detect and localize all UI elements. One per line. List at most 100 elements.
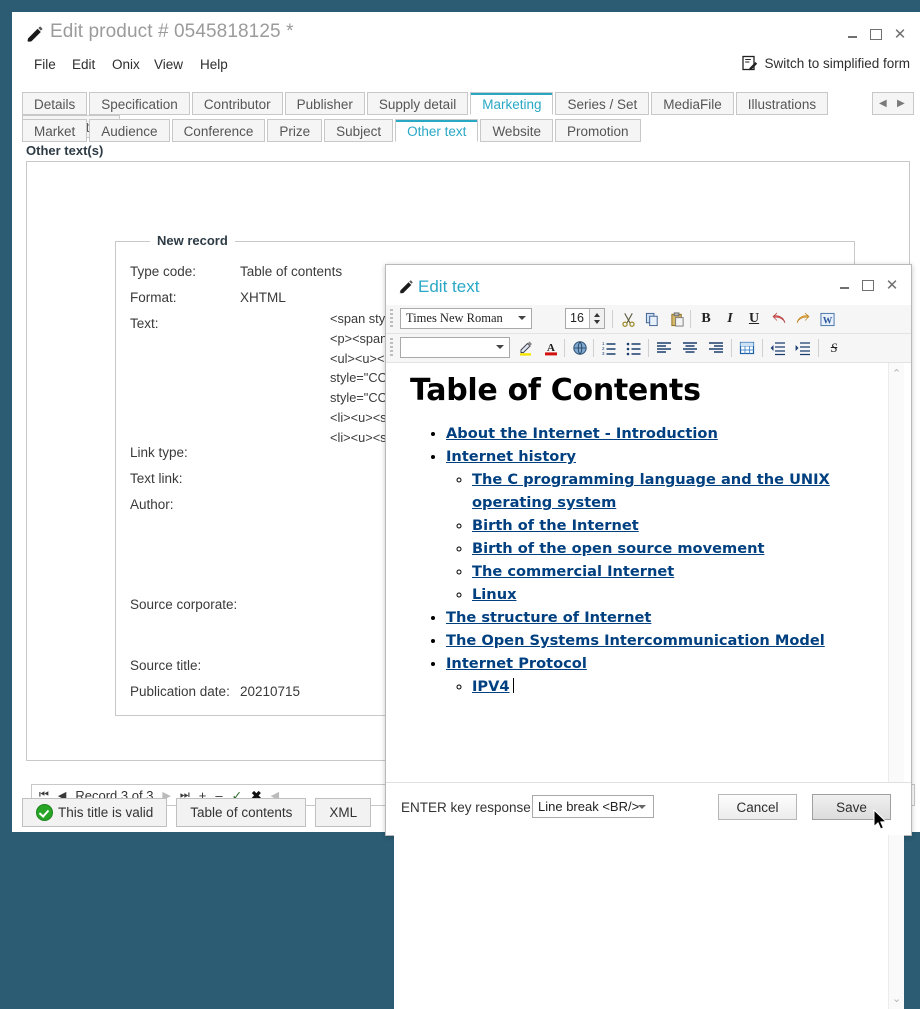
bold-icon[interactable]: B — [696, 309, 716, 329]
italic-icon[interactable]: I — [720, 309, 740, 329]
tab-market[interactable]: Market — [22, 119, 88, 142]
close-button[interactable]: ✕ — [888, 24, 912, 44]
undo-icon[interactable] — [769, 309, 789, 329]
chevron-down-icon — [518, 316, 526, 320]
insert-table-icon[interactable] — [737, 338, 757, 358]
toc-link[interactable]: The Open Systems Intercommunication Mode… — [446, 632, 825, 649]
xml-button[interactable]: XML — [315, 798, 372, 827]
font-size-stepper[interactable]: 16 — [565, 308, 605, 329]
cancel-button[interactable]: Cancel — [718, 794, 797, 820]
label-type-code: Type code: — [130, 264, 197, 279]
editor-canvas[interactable]: Table of Contents About the Internet - I… — [394, 363, 889, 1009]
increase-indent-icon[interactable] — [793, 338, 813, 358]
redo-icon[interactable] — [793, 309, 813, 329]
table-of-contents-button[interactable]: Table of contents — [176, 798, 307, 827]
title-valid-button[interactable]: This title is valid — [22, 798, 168, 827]
dialog-close-button[interactable]: ✕ — [880, 275, 904, 295]
svg-text:W: W — [822, 316, 832, 326]
toolbar-grip-icon[interactable] — [390, 338, 393, 358]
highlight-color-icon[interactable] — [516, 338, 536, 358]
tab-publisher[interactable]: Publisher — [284, 92, 365, 115]
tab-specification[interactable]: Specification — [89, 92, 190, 115]
list-item: The C programming language and the UNIX … — [472, 468, 881, 514]
switch-to-simplified-form-button[interactable]: Switch to simplified form — [742, 55, 910, 71]
toc-link[interactable]: IPV4 — [472, 678, 510, 695]
menu-onix[interactable]: Onix — [112, 54, 140, 75]
tab-subject[interactable]: Subject — [324, 119, 394, 142]
dialog-minimize-button[interactable] — [832, 275, 856, 295]
list-item: About the Internet - Introduction — [446, 422, 881, 445]
chevron-down-icon — [638, 805, 646, 809]
valid-check-icon — [36, 804, 53, 821]
font-color-icon[interactable]: A — [541, 338, 561, 358]
menu-file[interactable]: File — [34, 54, 56, 75]
tab-conference[interactable]: Conference — [171, 119, 266, 142]
tab-marketing[interactable]: Marketing — [470, 92, 554, 115]
list-item: Internet history The C programming langua… — [446, 445, 881, 606]
menu-edit[interactable]: Edit — [72, 54, 95, 75]
strikethrough-icon[interactable]: S — [824, 338, 844, 358]
label-format: Format: — [130, 290, 177, 305]
scroll-down-icon[interactable]: ⌄ — [892, 992, 901, 1005]
underline-icon[interactable]: U — [744, 309, 764, 329]
tab-supply-detail[interactable]: Supply detail — [366, 92, 469, 115]
editor-scrollbar[interactable]: ⌃ ⌄ — [888, 363, 904, 1009]
word-import-icon[interactable]: W — [817, 309, 837, 329]
toc-link[interactable]: Birth of the Internet — [472, 517, 639, 534]
form-switch-icon — [742, 55, 758, 71]
cut-icon[interactable] — [618, 309, 638, 329]
tab-audience[interactable]: Audience — [89, 119, 170, 142]
tab-scroll-buttons[interactable]: ◀ ▶ — [872, 92, 914, 115]
tab-scroll-right-icon[interactable]: ▶ — [897, 98, 905, 109]
dialog-maximize-button[interactable] — [856, 275, 880, 295]
tab-promotion[interactable]: Promotion — [554, 119, 641, 142]
toc-link[interactable]: Linux — [472, 586, 517, 603]
toc-link[interactable]: Internet history — [446, 448, 576, 465]
toc-link[interactable]: The structure of Internet — [446, 609, 651, 626]
align-center-icon[interactable] — [680, 338, 700, 358]
tab-bar-primary: ◀ ▶ Details Specification Contributor Publi… — [22, 92, 914, 138]
tab-mediafile[interactable]: MediaFile — [651, 92, 734, 115]
tab-prize[interactable]: Prize — [267, 119, 323, 142]
tab-series-set[interactable]: Series / Set — [555, 92, 650, 115]
list-item: The commercial Internet — [472, 560, 881, 583]
paste-icon[interactable] — [667, 309, 687, 329]
svg-text:3: 3 — [602, 351, 605, 356]
align-right-icon[interactable] — [706, 338, 726, 358]
scroll-up-icon[interactable]: ⌃ — [892, 367, 901, 380]
tab-details[interactable]: Details — [22, 92, 88, 115]
menu-view[interactable]: View — [154, 54, 183, 75]
font-size-spin-buttons[interactable] — [589, 309, 604, 328]
main-window: Edit product # 0545818125 * ✕ File Edit … — [0, 0, 920, 1009]
page-title: Edit product # 0545818125 * — [50, 21, 294, 42]
document-outline: About the Internet - Introduction Interne… — [402, 422, 881, 698]
dialog-title-bar: Edit text ✕ — [386, 265, 911, 305]
decrease-indent-icon[interactable] — [768, 338, 788, 358]
toc-link[interactable]: About the Internet - Introduction — [446, 425, 718, 442]
toc-link[interactable]: The C programming language and the UNIX … — [472, 471, 830, 511]
tab-other-text[interactable]: Other text — [395, 119, 479, 142]
tab-scroll-left-icon[interactable]: ◀ — [879, 98, 887, 109]
tab-contributor[interactable]: Contributor — [191, 92, 283, 115]
edit-text-dialog: Edit text ✕ Times New Roman 16 B I U W A… — [385, 264, 912, 1009]
tab-illustrations[interactable]: Illustrations — [735, 92, 829, 115]
maximize-button[interactable] — [864, 24, 888, 44]
main-window-body: Edit product # 0545818125 * ✕ File Edit … — [12, 12, 920, 1009]
menu-help[interactable]: Help — [200, 54, 228, 75]
toolbar-grip-icon[interactable] — [390, 309, 393, 329]
label-author: Author: — [130, 497, 174, 512]
toc-link[interactable]: The commercial Internet — [472, 563, 674, 580]
minimize-button[interactable] — [840, 24, 864, 44]
enter-key-response-select[interactable]: Line break <BR/> — [532, 795, 654, 818]
numbered-list-icon[interactable]: 123 — [599, 338, 619, 358]
toc-link[interactable]: Internet Protocol — [446, 655, 587, 672]
align-left-icon[interactable] — [654, 338, 674, 358]
window-controls: ✕ — [840, 24, 912, 44]
toc-link[interactable]: Birth of the open source movement — [472, 540, 764, 557]
tab-website[interactable]: Website — [480, 119, 553, 142]
copy-icon[interactable] — [642, 309, 662, 329]
insert-hyperlink-icon[interactable] — [570, 338, 590, 358]
paragraph-style-select[interactable] — [400, 337, 510, 358]
bulleted-list-icon[interactable] — [624, 338, 644, 358]
font-family-select[interactable]: Times New Roman — [400, 308, 532, 329]
